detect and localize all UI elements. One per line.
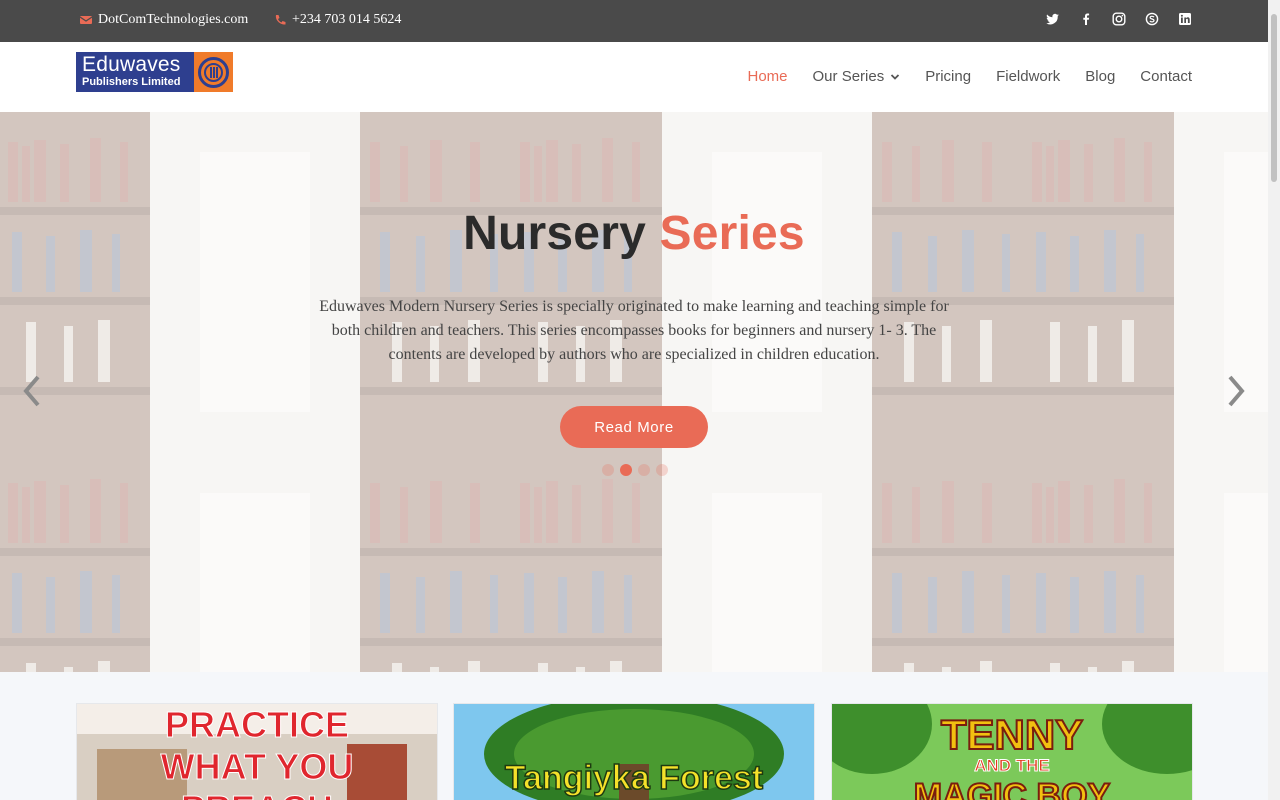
email-contact[interactable]: DotComTechnologies.com	[80, 12, 248, 28]
book-title-line1: PRACTICE	[164, 704, 349, 746]
hero-slider: Nursery Series Eduwaves Modern Nursery S…	[0, 112, 1268, 672]
nav-contact[interactable]: Contact	[1140, 68, 1192, 85]
logo-mark-icon	[194, 52, 233, 92]
slider-dot[interactable]	[638, 464, 650, 476]
chevron-down-icon	[891, 73, 900, 80]
slider-dot[interactable]	[602, 464, 614, 476]
nav-our-series-label: Our Series	[812, 68, 885, 85]
read-more-button[interactable]: Read More	[560, 406, 708, 448]
nav-fieldwork[interactable]: Fieldwork	[996, 68, 1060, 85]
book-title-line1: TENNY	[940, 711, 1084, 759]
book-card-practice[interactable]: PRACTICE WHAT YOU PREACH	[77, 704, 437, 800]
nav-home[interactable]: Home	[748, 68, 788, 85]
book-card-tenny[interactable]: TENNY AND THE MAGIC BOY	[832, 704, 1192, 800]
book-title-line3: PREACH	[77, 788, 437, 800]
book-title-line2: WHAT YOU	[160, 746, 354, 788]
hero-overlay	[0, 112, 1268, 672]
slider-dot-active[interactable]	[620, 464, 632, 476]
logo-text-block: Eduwaves Publishers Limited	[76, 52, 194, 92]
instagram-icon[interactable]	[1112, 12, 1126, 26]
page-scrollbar[interactable]	[1268, 0, 1280, 800]
slider-prev-icon[interactable]	[22, 374, 42, 408]
linkedin-icon[interactable]	[1178, 12, 1192, 26]
book-title-line1: Tangiyka Forest	[504, 758, 764, 798]
phone-text[interactable]: +234 703 014 5624	[292, 12, 401, 28]
envelope-icon	[80, 16, 92, 24]
book-title-line2: AND THE	[974, 756, 1051, 776]
email-text[interactable]: DotComTechnologies.com	[98, 12, 248, 28]
top-bar: DotComTechnologies.com +234 703 014 5624	[0, 0, 1280, 42]
nav-pricing[interactable]: Pricing	[925, 68, 971, 85]
site-header: Eduwaves Publishers Limited Home Our Ser…	[0, 42, 1280, 112]
social-links	[1046, 12, 1192, 26]
book-card-tangiyka[interactable]: Tangiyka Forest	[454, 704, 814, 800]
slider-dot[interactable]	[656, 464, 668, 476]
logo[interactable]: Eduwaves Publishers Limited	[76, 52, 233, 92]
book-title-line3: MAGIC BOY	[913, 776, 1111, 800]
slider-next-icon[interactable]	[1226, 374, 1246, 408]
skype-icon[interactable]	[1145, 12, 1159, 26]
logo-line2: Publishers Limited	[82, 76, 181, 88]
facebook-icon[interactable]	[1079, 12, 1093, 26]
slider-dots	[602, 464, 668, 476]
hero-description: Eduwaves Modern Nursery Series is specia…	[319, 298, 949, 363]
phone-icon	[275, 15, 286, 25]
nav-blog[interactable]: Blog	[1085, 68, 1115, 85]
hero-title-accent: Series	[659, 207, 805, 260]
main-nav: Home Our Series Pricing Fieldwork Blog C…	[748, 68, 1193, 85]
phone-contact[interactable]: +234 703 014 5624	[274, 12, 401, 28]
logo-line1: Eduwaves	[82, 53, 181, 76]
scrollbar-thumb[interactable]	[1271, 14, 1277, 182]
nav-our-series[interactable]: Our Series	[813, 68, 901, 85]
hero-title: Nursery Series	[0, 206, 1268, 261]
hero-title-main: Nursery	[463, 207, 660, 260]
twitter-icon[interactable]	[1046, 12, 1060, 26]
